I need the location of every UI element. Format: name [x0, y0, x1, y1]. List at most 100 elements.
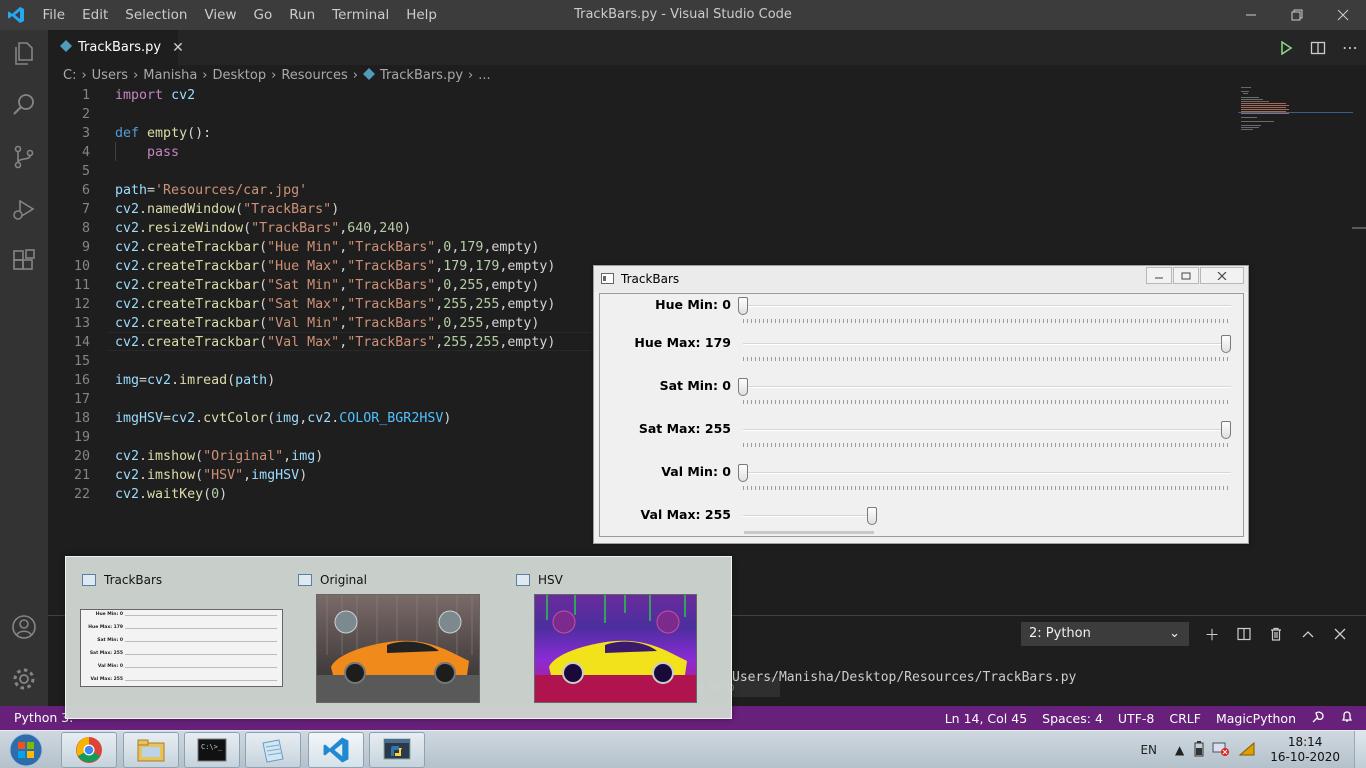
command-prompt-taskbar-icon[interactable]: C:\>_ — [184, 732, 240, 768]
menu-item-file[interactable]: File — [34, 0, 74, 30]
trackbar-thumb[interactable] — [1221, 335, 1231, 353]
menu-item-go[interactable]: Go — [245, 0, 281, 30]
trackbar-track[interactable] — [743, 305, 1231, 307]
trackbars-maximize-button[interactable] — [1173, 267, 1199, 284]
battery-icon[interactable] — [1194, 740, 1204, 760]
start-button[interactable] — [5, 732, 47, 768]
menu-item-selection[interactable]: Selection — [117, 0, 196, 30]
feedback-icon[interactable] — [1311, 710, 1325, 727]
trackbar-track[interactable] — [743, 472, 1231, 474]
volume-icon[interactable] — [1238, 741, 1256, 760]
encoding-status[interactable]: UTF-8 — [1118, 711, 1154, 726]
file-explorer-taskbar-icon[interactable] — [123, 732, 179, 768]
network-disconnected-icon[interactable] — [1212, 741, 1230, 760]
split-terminal-icon[interactable] — [1228, 622, 1260, 646]
code-line[interactable]: 5 — [48, 162, 1238, 181]
breadcrumb-item[interactable]: Desktop — [213, 68, 267, 83]
trackbar-track[interactable] — [743, 515, 878, 517]
chrome-taskbar-icon[interactable] — [61, 732, 117, 768]
code-line[interactable]: 8 cv2.resizeWindow("TrackBars",640,240) — [48, 219, 1238, 238]
trackbars-minimize-button[interactable] — [1146, 267, 1172, 284]
restore-button[interactable] — [1274, 0, 1320, 30]
new-terminal-icon[interactable]: ＋ — [1196, 622, 1228, 646]
menu-item-edit[interactable]: Edit — [74, 0, 117, 30]
taskbar-clock[interactable]: 18:14 16-10-2020 — [1270, 735, 1340, 765]
editor-vertical-scrollbar[interactable] — [1352, 85, 1366, 615]
trackbar-track[interactable] — [743, 343, 1231, 345]
run-python-file-icon[interactable] — [1270, 30, 1302, 65]
split-editor-icon[interactable] — [1302, 30, 1334, 65]
trackbar-label: Val Min: 0 — [661, 464, 731, 479]
minimap[interactable] — [1238, 85, 1353, 145]
cursor-position[interactable]: Ln 14, Col 45 — [945, 711, 1027, 726]
code-line[interactable]: 6 path='Resources/car.jpg' — [48, 181, 1238, 200]
menu-item-terminal[interactable]: Terminal — [324, 0, 398, 30]
indentation-status[interactable]: Spaces: 4 — [1042, 711, 1103, 726]
trackbar-thumb[interactable] — [738, 464, 748, 482]
code-line[interactable]: 3 def empty(): — [48, 124, 1238, 143]
original-car-thumbnail — [316, 594, 480, 703]
trackbar-thumb[interactable] — [738, 378, 748, 396]
code-line[interactable]: 7 cv2.namedWindow("TrackBars") — [48, 200, 1238, 219]
breadcrumb-item[interactable]: Manisha — [143, 68, 197, 83]
trackbar-thumb[interactable] — [1221, 421, 1231, 439]
notepad-taskbar-icon[interactable] — [245, 732, 301, 768]
breadcrumb-item[interactable]: C: — [63, 68, 76, 83]
breadcrumb-item[interactable]: TrackBars.py — [380, 68, 463, 83]
extensions-icon[interactable] — [9, 246, 39, 276]
notifications-bell-icon[interactable] — [1340, 710, 1354, 727]
line-number: 3 — [81, 126, 90, 141]
run-debug-icon[interactable] — [9, 194, 39, 224]
more-actions-icon[interactable]: ⋯ — [1334, 30, 1366, 65]
code-line[interactable]: 1 import cv2 — [48, 86, 1238, 105]
search-icon[interactable] — [9, 90, 39, 120]
source-control-icon[interactable] — [9, 142, 39, 172]
show-desktop-button[interactable] — [1354, 731, 1366, 768]
line-number: 21 — [73, 468, 90, 483]
trackbar-thumb[interactable] — [867, 507, 877, 525]
breadcrumb-item[interactable]: Users — [92, 68, 128, 83]
eol-status[interactable]: CRLF — [1169, 711, 1201, 726]
explorer-icon[interactable] — [9, 38, 39, 68]
trackbar-row: Hue Max: 179 — [600, 332, 1243, 372]
show-hidden-icons-icon[interactable]: ▲ — [1175, 743, 1184, 757]
code-text: pass — [147, 145, 180, 160]
maximize-panel-icon[interactable] — [1292, 622, 1324, 646]
line-number: 1 — [81, 88, 90, 103]
line-number: 6 — [81, 183, 90, 198]
close-tab-icon[interactable]: ✕ — [172, 40, 184, 56]
menu-item-help[interactable]: Help — [398, 0, 446, 30]
language-mode-status[interactable]: MagicPython — [1216, 711, 1296, 726]
code-text: cv2.createTrackbar("Val Min","TrackBars"… — [115, 316, 540, 331]
settings-gear-icon[interactable] — [9, 664, 39, 694]
trackbar-label: Sat Min: 0 — [659, 378, 731, 393]
menu-item-run[interactable]: Run — [281, 0, 324, 30]
breadcrumb-item[interactable]: Resources — [281, 68, 347, 83]
trackbar-track[interactable] — [743, 386, 1231, 388]
python-taskbar-icon[interactable] — [369, 732, 425, 768]
code-line[interactable]: 2 — [48, 105, 1238, 124]
kill-terminal-icon[interactable] — [1260, 622, 1292, 646]
menu-item-view[interactable]: View — [196, 0, 245, 30]
vscode-logo-icon — [0, 0, 32, 30]
code-text: path='Resources/car.jpg' — [115, 183, 308, 198]
mini-trackbar-track — [125, 680, 277, 681]
trackbars-title-bar[interactable]: TrackBars — [594, 266, 1248, 292]
code-line[interactable]: 4 pass — [48, 143, 1238, 162]
terminal-select[interactable]: 2: Python ⌄ — [1021, 622, 1189, 646]
tab-trackbars-py[interactable]: TrackBars.py ✕ — [48, 30, 184, 65]
code-line[interactable]: 9 cv2.createTrackbar("Hue Min","TrackBars… — [48, 238, 1238, 257]
input-language[interactable]: EN — [1140, 743, 1157, 757]
vscode-taskbar-icon[interactable] — [308, 732, 364, 768]
trackbars-close-button[interactable] — [1200, 267, 1244, 284]
accounts-icon[interactable] — [9, 612, 39, 642]
breadcrumb-item[interactable]: ... — [478, 68, 490, 83]
trackbar-ticks — [743, 357, 1231, 361]
trackbar-thumb[interactable] — [738, 297, 748, 315]
line-number: 13 — [73, 316, 90, 331]
trackbar-track[interactable] — [743, 429, 1231, 431]
close-window-button[interactable] — [1320, 0, 1366, 30]
close-panel-icon[interactable] — [1324, 622, 1356, 646]
window-app-icon — [82, 574, 96, 586]
minimize-button[interactable] — [1228, 0, 1274, 30]
